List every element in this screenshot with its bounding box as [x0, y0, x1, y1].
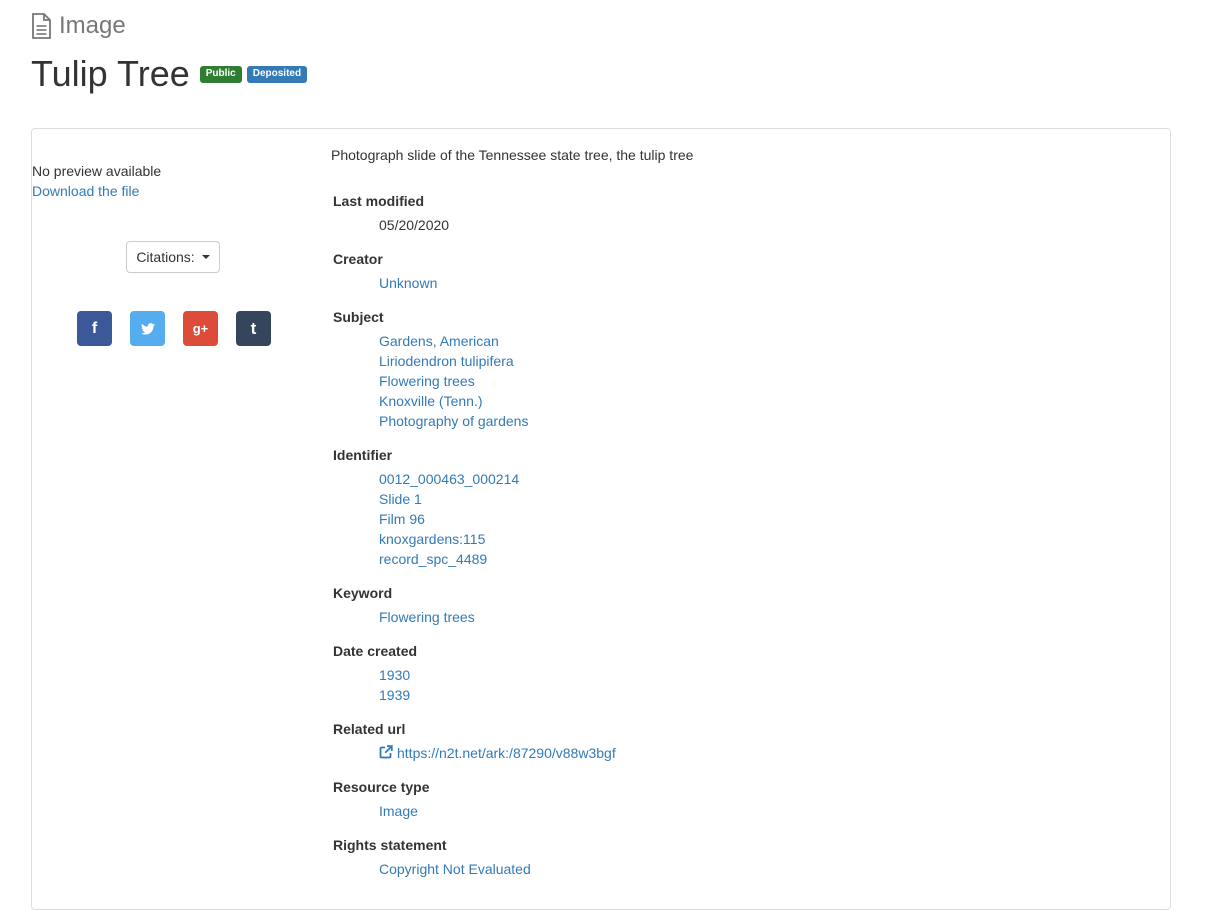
work-panel: No preview available Download the file C…: [31, 128, 1171, 910]
field-values-resource-type: Image: [379, 801, 1133, 821]
field-value-date-created[interactable]: 1930: [379, 665, 1133, 685]
field-values-subject: Gardens, American Liriodendron tulipifera…: [379, 331, 1133, 431]
field-values-identifier: 0012_000463_000214 Slide 1 Film 96 knoxgard…: [379, 469, 1133, 569]
field-label-subject: Subject: [333, 309, 384, 325]
related-url-text: https://n2t.net/ark:/87290/v88w3bgf: [397, 745, 616, 761]
field-label-identifier: Identifier: [333, 447, 393, 463]
field-label-resource-type: Resource type: [333, 779, 430, 795]
field-values-date-created: 1930 1939: [379, 665, 1133, 705]
metadata-list: Last modified 05/20/2020 Creator Unknown Sub…: [333, 191, 1133, 893]
field-values-rights-statement: Copyright Not Evaluated: [379, 859, 1133, 879]
page-title: Tulip Tree: [31, 53, 190, 94]
file-text-icon: [32, 13, 51, 39]
no-preview-text: No preview available: [32, 163, 162, 179]
field-value-subject[interactable]: Gardens, American: [379, 331, 1133, 351]
field-values-related-url: https://n2t.net/ark:/87290/v88w3bgf: [379, 743, 1133, 763]
field-value-creator[interactable]: Unknown: [379, 273, 1133, 293]
tumblr-share-button[interactable]: t: [236, 311, 271, 346]
field-value-rights-statement[interactable]: Copyright Not Evaluated: [379, 859, 1133, 879]
googleplus-share-button[interactable]: g+: [183, 311, 218, 346]
field-value-identifier[interactable]: knoxgardens:115: [379, 529, 1133, 549]
citations-label: Citations:: [136, 249, 195, 265]
field-value-identifier[interactable]: Slide 1: [379, 489, 1133, 509]
external-link-icon: [379, 745, 393, 759]
google-plus-icon: g+: [192, 321, 209, 336]
twitter-icon: [140, 322, 155, 335]
citations-dropdown-button[interactable]: Citations:: [126, 241, 220, 273]
work-description: Photograph slide of the Tennessee state …: [331, 147, 694, 163]
facebook-share-button[interactable]: f: [77, 311, 112, 346]
twitter-share-button[interactable]: [130, 311, 165, 346]
field-label-related-url: Related url: [333, 721, 406, 737]
field-label-rights-statement: Rights statement: [333, 837, 447, 853]
work-type-label: Image: [59, 12, 126, 39]
field-value-last-modified: 05/20/2020: [379, 217, 450, 233]
field-label-keyword: Keyword: [333, 585, 393, 601]
field-value-subject[interactable]: Flowering trees: [379, 371, 1133, 391]
work-type-header: Image: [31, 12, 126, 40]
field-value-identifier[interactable]: Film 96: [379, 509, 1133, 529]
tumblr-icon: t: [250, 318, 257, 338]
caret-down-icon: [201, 255, 210, 259]
field-label-creator: Creator: [333, 251, 383, 267]
title-row: Tulip Tree Public Deposited: [31, 52, 308, 96]
field-values-creator: Unknown: [379, 273, 1133, 293]
visibility-badge: Public: [199, 65, 242, 83]
field-values-last-modified: 05/20/2020: [379, 215, 1133, 235]
field-value-related-url[interactable]: https://n2t.net/ark:/87290/v88w3bgf: [379, 743, 1133, 763]
field-value-date-created[interactable]: 1939: [379, 685, 1133, 705]
field-values-keyword: Flowering trees: [379, 607, 1133, 627]
field-value-identifier[interactable]: record_spc_4489: [379, 549, 1133, 569]
download-link[interactable]: Download the file: [32, 181, 318, 201]
field-value-keyword[interactable]: Flowering trees: [379, 607, 1133, 627]
facebook-icon: f: [91, 319, 98, 337]
field-value-subject[interactable]: Knoxville (Tenn.): [379, 391, 1133, 411]
field-value-identifier[interactable]: 0012_000463_000214: [379, 469, 1133, 489]
field-label-date-created: Date created: [333, 643, 418, 659]
field-value-resource-type[interactable]: Image: [379, 801, 1133, 821]
field-value-subject[interactable]: Photography of gardens: [379, 411, 1133, 431]
field-label-last-modified: Last modified: [333, 193, 425, 209]
field-value-subject[interactable]: Liriodendron tulipifera: [379, 351, 1133, 371]
status-badge: Deposited: [246, 65, 308, 83]
